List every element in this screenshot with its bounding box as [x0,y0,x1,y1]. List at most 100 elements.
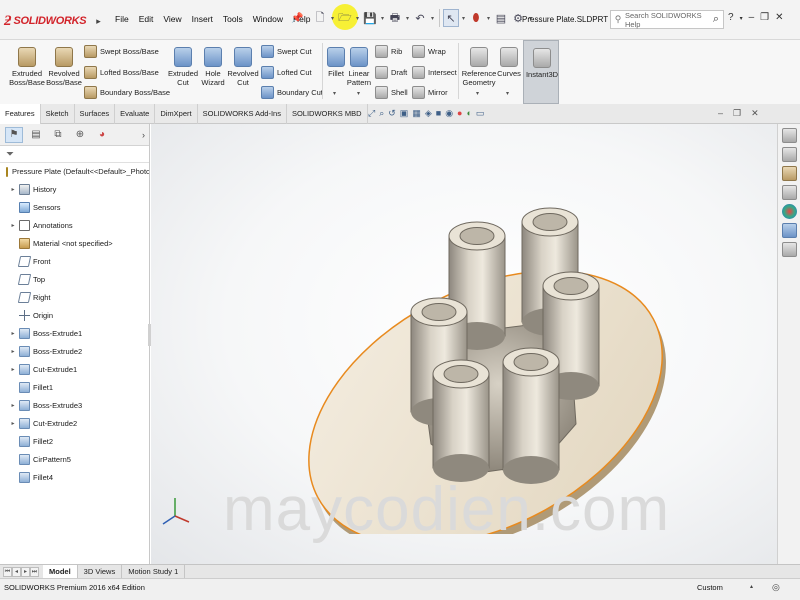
expand-arrow-icon[interactable]: ▸ [8,348,18,355]
menu-edit[interactable]: Edit [134,14,159,24]
tree-item[interactable]: Fillet4 [0,468,149,486]
tree-item[interactable]: ▸ Boss-Extrude1 [0,324,149,342]
help-search-box[interactable]: ⚲ Search SOLIDWORKS Help ⌕ [610,10,724,29]
quick-tips-icon[interactable]: ◎ [772,582,780,593]
undo-dropdown-icon[interactable]: ▾ [429,15,436,22]
menu-insert[interactable]: Insert [187,14,218,24]
expand-arrow-icon[interactable]: ▸ [8,186,18,193]
unit-system-selector[interactable]: Custom [697,583,723,592]
filter-funnel-icon[interactable]: ⏷ [6,149,14,160]
solidworks-resources-icon[interactable] [781,128,797,143]
viewport-restore-icon[interactable]: ❐ [733,108,741,119]
view-settings-icon[interactable]: ▭ [476,108,485,119]
zoom-to-fit-icon[interactable]: ⤢ [368,108,375,119]
rebuild-icon[interactable]: ⬮ [468,9,484,27]
open-dropdown-icon[interactable]: ▾ [354,15,361,22]
tab-solidworks-addins[interactable]: SOLIDWORKS Add-Ins [198,104,287,124]
tree-item[interactable]: Right [0,288,149,306]
zoom-to-area-icon[interactable]: ⌕ [379,108,384,119]
first-tab-icon[interactable]: ⏮ [3,566,12,577]
restore-icon[interactable]: ❐ [760,12,769,23]
design-library-icon[interactable] [781,147,797,162]
lofted-cut-button[interactable]: Lofted Cut [261,66,312,79]
tab-sketch[interactable]: Sketch [41,104,75,124]
reference-geometry-dropdown-icon[interactable]: ▾ [476,90,479,97]
tab-model[interactable]: Model [43,565,78,578]
hide-show-items-icon[interactable]: ◉ [445,108,453,119]
tree-item[interactable]: Origin [0,306,149,324]
appearances-icon[interactable] [781,204,797,219]
file-explorer-icon[interactable] [781,166,797,181]
revolved-cut-button[interactable]: Revolved Cut [226,47,260,87]
view-orientation-icon[interactable]: ◈ [425,108,432,119]
expand-arrow-icon[interactable]: ▸ [8,402,18,409]
section-view-icon[interactable]: ▣ [400,108,409,119]
tree-item[interactable]: Fillet2 [0,432,149,450]
search-magnifier-icon[interactable]: ⌕ [709,13,723,26]
save-icon[interactable]: 💾 [362,9,378,27]
pattern-dropdown-icon[interactable]: ▾ [357,90,360,97]
wrap-button[interactable]: Wrap [412,45,446,58]
tree-item[interactable]: Top [0,270,149,288]
units-dropdown-icon[interactable]: ▴ [750,583,753,590]
file-properties-icon[interactable]: ▤ [493,9,509,27]
menu-tools[interactable]: Tools [218,14,248,24]
expand-arrow-icon[interactable]: ▸ [8,366,18,373]
instant3d-button[interactable]: Instant3D [523,40,559,104]
print-icon[interactable]: 🖶 [387,9,403,27]
solidworks-forum-icon[interactable] [781,242,797,257]
next-tab-icon[interactable]: ▸ [21,566,30,577]
new-dropdown-icon[interactable]: ▾ [329,15,336,22]
help-dropdown-icon[interactable]: ▾ [740,15,743,23]
tree-item[interactable]: ▸ History [0,180,149,198]
pin-menu-icon[interactable]: 📌 [291,13,303,24]
view-palette-icon[interactable] [781,185,797,200]
tree-item[interactable]: ▸ Boss-Extrude2 [0,342,149,360]
shell-button[interactable]: Shell [375,86,408,99]
tab-3d-views[interactable]: 3D Views [78,565,123,578]
mirror-button[interactable]: Mirror [412,86,448,99]
help-search-placeholder[interactable]: Search SOLIDWORKS Help [625,11,709,29]
configuration-manager-tab-icon[interactable]: ⧉ [49,127,67,143]
revolved-boss-button[interactable]: Revolved Boss/Base [45,47,83,87]
reference-geometry-button[interactable]: Reference Geometry [460,47,498,87]
swept-cut-button[interactable]: Swept Cut [261,45,312,58]
undo-icon[interactable]: ↶ [412,9,428,27]
prev-tab-icon[interactable]: ◂ [12,566,21,577]
menu-view[interactable]: View [158,14,186,24]
curves-button[interactable]: Curves [496,47,522,78]
tree-filter[interactable]: ⏷ [0,146,149,163]
dynamic-annotation-icon[interactable]: ▦ [412,108,421,119]
open-document-icon[interactable]: 🗁 [337,9,353,27]
tab-surfaces[interactable]: Surfaces [75,104,116,124]
fillet-dropdown-icon[interactable]: ▾ [333,90,336,97]
boundary-cut-button[interactable]: Boundary Cut [261,86,323,99]
draft-button[interactable]: Draft [375,66,407,79]
logo-menu-arrow-icon[interactable]: ▸ [96,16,101,27]
feature-manager-tab-icon[interactable]: ⚑ [5,126,23,143]
tree-item[interactable]: Material <not specified> [0,234,149,252]
tree-item[interactable]: Sensors [0,198,149,216]
help-question-icon[interactable]: ? [728,12,734,23]
tree-item[interactable]: CirPattern5 [0,450,149,468]
intersect-button[interactable]: Intersect [412,66,457,79]
tab-evaluate[interactable]: Evaluate [115,104,156,124]
tab-features[interactable]: Features [0,104,41,124]
property-manager-tab-icon[interactable]: ▤ [27,127,45,143]
viewport-minimize-icon[interactable]: – [718,108,723,119]
swept-boss-button[interactable]: Swept Boss/Base [84,45,159,58]
menu-window[interactable]: Window [248,14,288,24]
apply-scene-icon[interactable]: ◐ [466,108,471,119]
display-manager-tab-icon[interactable]: ◕ [93,127,111,143]
new-document-icon[interactable]: 🗋 [312,9,328,27]
tabs-scroll-right-icon[interactable]: › [142,130,145,140]
rib-button[interactable]: Rib [375,45,402,58]
hole-wizard-button[interactable]: Hole Wizard [196,47,230,87]
solidworks-logo[interactable]: ƻ SOLIDWORKS ▸ [4,8,101,34]
last-tab-icon[interactable]: ⏭ [30,566,39,577]
linear-pattern-button[interactable]: Linear Pattern [344,47,374,87]
boundary-boss-button[interactable]: Boundary Boss/Base [84,86,170,99]
viewport-close-icon[interactable]: ✕ [751,108,759,119]
save-dropdown-icon[interactable]: ▾ [379,15,386,22]
lofted-boss-button[interactable]: Lofted Boss/Base [84,66,159,79]
